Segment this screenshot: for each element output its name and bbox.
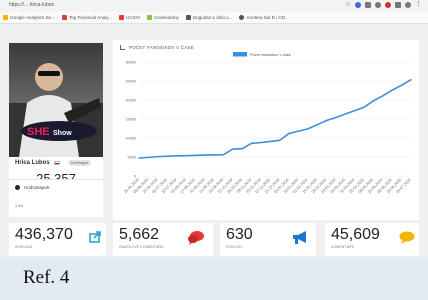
legend-swatch xyxy=(233,52,247,57)
data-point xyxy=(401,84,403,86)
bookmark-item[interactable]: UCSVI xyxy=(119,15,140,20)
bookmark-item[interactable]: Google Analytics Se... xyxy=(3,15,55,20)
data-point xyxy=(354,110,356,112)
follow-label: Hodnotiajedr xyxy=(24,185,50,190)
dashboard-page: SHE Show Hrica Lubos Konimagne 25,357 FA… xyxy=(0,24,428,257)
ucsvi-icon xyxy=(119,15,125,20)
chart-title: POČET FANOŠIKOV V ČASE xyxy=(129,45,194,50)
extension-icon[interactable] xyxy=(375,2,381,8)
y-tick-label: 25000 xyxy=(125,79,136,83)
profile-name: Hrica Lubos xyxy=(15,160,50,166)
data-point xyxy=(363,106,365,108)
profile-avatar-icon[interactable] xyxy=(405,2,411,8)
data-point xyxy=(166,155,168,157)
chat-icon xyxy=(399,231,415,244)
extension-icon[interactable] xyxy=(365,2,371,8)
stat-value: 5,662 xyxy=(119,226,160,243)
url-text[interactable]: https://... hrica-lubos xyxy=(9,2,54,8)
browser-toolbar-icons: ☆ ⋮ xyxy=(345,1,422,8)
comment-icon xyxy=(188,231,204,245)
megaphone-icon xyxy=(293,231,306,244)
stat-label: KOMENTÁRE xyxy=(331,245,355,249)
clock-icon xyxy=(15,185,20,190)
follow-row[interactable]: Hodnotiajedr xyxy=(15,185,50,190)
data-point xyxy=(147,156,149,158)
data-point xyxy=(213,154,215,156)
bookmark-item[interactable]: Anotera har B i CD... xyxy=(239,15,289,20)
follow-card: Hodnotiajedr 3 dni xyxy=(9,179,103,217)
data-point xyxy=(382,95,384,97)
slovak-flag-icon xyxy=(53,161,60,165)
course-icon xyxy=(147,15,153,20)
reference-caption: Ref. 4 xyxy=(23,267,70,288)
stat-label: ZDIEĽANÍ xyxy=(15,245,32,249)
data-point xyxy=(260,141,262,144)
data-point xyxy=(344,113,346,115)
data-point xyxy=(157,156,159,158)
y-tick-label: 20000 xyxy=(125,98,136,102)
svg-text:Show: Show xyxy=(53,130,72,137)
data-point xyxy=(297,130,300,132)
extension-icon[interactable] xyxy=(355,2,361,8)
bookmark-icon xyxy=(239,15,245,20)
profile-name-row: Hrica Lubos Konimagne xyxy=(15,160,92,166)
svg-text:SHE: SHE xyxy=(27,126,50,138)
data-point xyxy=(232,148,234,150)
y-tick-label: 5000 xyxy=(128,155,136,159)
google-analytics-icon xyxy=(3,15,8,20)
extension-icon[interactable] xyxy=(385,2,391,8)
stat-value: 630 xyxy=(226,226,253,243)
data-point xyxy=(279,139,281,141)
stat-card-brand-comments: 5,662 ZNAČKOVÉ KOMENTÁRE xyxy=(113,223,213,256)
data-point xyxy=(391,89,393,91)
y-tick-label: 15000 xyxy=(125,117,136,121)
stat-value: 436,370 xyxy=(15,226,73,243)
data-point xyxy=(222,154,225,156)
browser-address-bar[interactable]: https://... hrica-lubos ☆ ⋮ xyxy=(0,0,428,12)
data-point xyxy=(175,155,178,157)
bookmark-star-icon[interactable]: ☆ xyxy=(345,1,351,8)
profile-badge[interactable]: Konimagne xyxy=(67,160,92,166)
extension-icon[interactable] xyxy=(395,2,401,8)
data-point xyxy=(194,154,196,157)
fans-chart-card: 0 5000 10000 15000 20000 25000 30000 25.05.2019… xyxy=(113,40,419,220)
days-label: 3 dni xyxy=(15,204,24,208)
data-point xyxy=(269,140,271,143)
y-tick-label: 30000 xyxy=(125,60,136,64)
data-point xyxy=(316,124,318,126)
menu-dots-icon[interactable]: ⋮ xyxy=(415,1,422,8)
financial-icon xyxy=(61,15,67,20)
legend-label: Počet fanúšikov v čase xyxy=(250,52,292,57)
bookmark-item[interactable]: Cedeedamy xyxy=(147,15,179,20)
chart-bar-icon xyxy=(120,45,125,50)
data-point xyxy=(185,155,187,157)
data-point xyxy=(204,154,206,156)
stat-label: ZNAČKOVÉ KOMENTÁRE xyxy=(119,245,164,249)
notes-icon xyxy=(185,15,191,20)
data-point xyxy=(241,148,243,150)
reference-caption-bar: Ref. 4 xyxy=(0,257,428,300)
data-point xyxy=(372,100,375,102)
data-point xyxy=(138,157,140,159)
y-tick-label: 10000 xyxy=(125,136,136,140)
data-point xyxy=(288,132,290,135)
chart-header: POČET FANOŠIKOV V ČASE xyxy=(120,45,194,50)
data-point xyxy=(335,116,337,119)
stat-card-comments: 45,609 KOMENTÁRE xyxy=(325,223,419,256)
data-point xyxy=(410,79,412,81)
stat-card-shares: 436,370 ZDIEĽANÍ xyxy=(9,223,106,256)
bookmark-item[interactable]: Top Financial Analy... xyxy=(61,15,112,20)
fans-line-chart: 05000100001500020000250003000025.05.2019… xyxy=(123,52,412,194)
stat-value: 45,609 xyxy=(331,226,380,243)
bookmarks-bar: Google Analytics Se... Top Financial Ana… xyxy=(0,12,428,24)
data-point xyxy=(307,128,309,130)
stat-card-statuses: 630 STATUSY xyxy=(220,223,316,256)
data-point xyxy=(250,142,253,144)
data-point xyxy=(325,119,328,122)
profile-photo: SHE Show xyxy=(9,43,103,157)
stat-label: STATUSY xyxy=(226,245,243,249)
bookmark-item[interactable]: Doguitaz a dolo u... xyxy=(185,15,232,20)
share-icon xyxy=(89,231,101,243)
